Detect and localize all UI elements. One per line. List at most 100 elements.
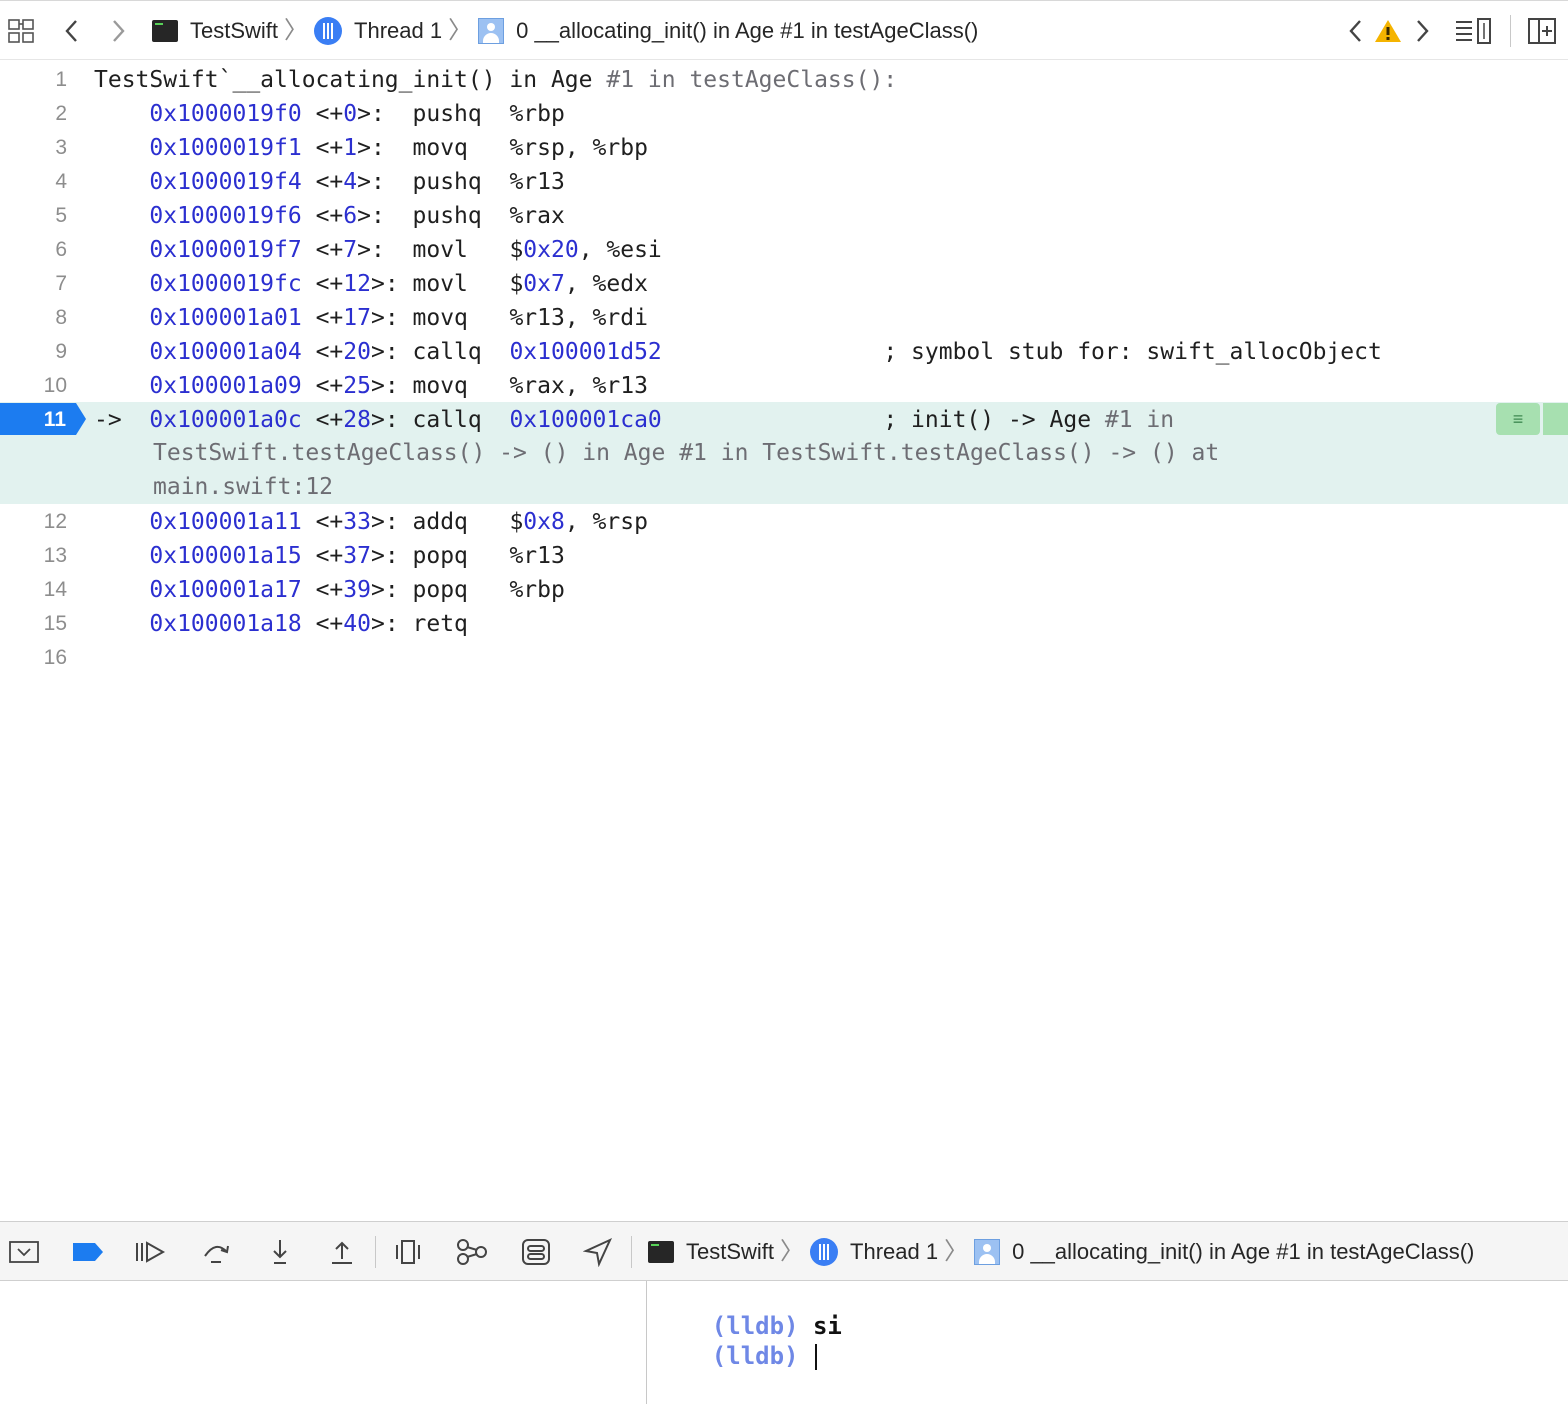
step-into-icon[interactable] <box>260 1234 300 1270</box>
code-token: TestSwift`__allocating_init() in Age <box>94 67 607 93</box>
code-token: >: callq <box>370 407 510 433</box>
continue-icon[interactable] <box>130 1234 170 1270</box>
line-number[interactable]: 13 <box>0 539 67 573</box>
instruction-address: 0x1000019f4 <box>149 169 302 195</box>
breadcrumb-target[interactable]: TestSwift <box>152 18 278 44</box>
code-line[interactable]: 11 -> 0x100001a0c <+28>: callq 0x100001ca… <box>0 403 1568 437</box>
code-line[interactable]: 13 0x100001a15 <+37>: popq %r13 <box>0 539 1568 573</box>
debug-breadcrumb-target[interactable]: TestSwift <box>648 1239 774 1265</box>
environment-overrides-icon[interactable] <box>516 1234 556 1270</box>
code-line[interactable]: 2 0x1000019f0 <+0>: pushq %rbp <box>0 97 1568 131</box>
chevron-right-icon: 〉 <box>944 1238 969 1265</box>
code-text: 0x1000019f1 <+1>: movq %rsp, %rbp <box>94 131 648 165</box>
code-line[interactable]: 14 0x100001a17 <+39>: popq %rbp <box>0 573 1568 607</box>
code-token: 1 <box>343 135 358 161</box>
instruction-address: 0x1000019f6 <box>149 203 302 229</box>
instruction-address: 0x1000019f0 <box>149 101 302 127</box>
code-token: ; init() -> Age <box>661 407 1105 433</box>
line-number[interactable]: 8 <box>0 301 67 335</box>
breakpoints-toggle-icon[interactable] <box>68 1234 108 1270</box>
code-token: <+ <box>301 101 344 127</box>
text-cursor <box>814 1344 817 1370</box>
line-number[interactable]: 1 <box>0 63 67 97</box>
code-token: 0x100001d52 <box>509 339 662 365</box>
go-back-icon[interactable] <box>58 11 86 51</box>
code-token: #1 in <box>1104 407 1175 433</box>
editor-options-icon[interactable] <box>1452 11 1496 51</box>
line-number[interactable]: 2 <box>0 97 67 131</box>
code-line[interactable]: 7 0x1000019fc <+12>: movl $0x7, %edx <box>0 267 1568 301</box>
lldb-command: si <box>812 1312 842 1340</box>
disassembly-editor[interactable]: ≡ 1 TestSwift`__allocating_init() in Age … <box>0 62 1568 1220</box>
breadcrumb-thread-label: Thread 1 <box>354 18 443 43</box>
related-items-icon[interactable] <box>4 11 38 51</box>
code-line[interactable]: 15 0x100001a18 <+40>: retq <box>0 607 1568 641</box>
code-line[interactable]: 16 <box>0 641 1568 675</box>
thread-icon <box>810 1238 839 1266</box>
debug-breadcrumb-thread[interactable]: Thread 1 <box>810 1238 938 1266</box>
code-token: 7 <box>343 237 358 263</box>
line-number[interactable]: 14 <box>0 573 67 607</box>
console-input-line[interactable]: (lldb) <box>654 1311 817 1401</box>
next-issue-icon[interactable] <box>1408 11 1436 51</box>
code-line[interactable]: 12 0x100001a11 <+33>: addq $0x8, %rsp <box>0 505 1568 539</box>
line-number[interactable]: 9 <box>0 335 67 369</box>
breadcrumb-thread[interactable]: Thread 1 <box>314 17 442 45</box>
line-number[interactable]: 6 <box>0 233 67 267</box>
line-number[interactable]: 5 <box>0 199 67 233</box>
chevron-right-icon: 〉 <box>284 17 309 44</box>
code-token: 37 <box>343 543 371 569</box>
code-line[interactable]: 9 0x100001a04 <+20>: callq 0x100001d52 ;… <box>0 335 1568 369</box>
code-token: >: popq %rbp <box>370 577 565 603</box>
line-number[interactable]: 15 <box>0 607 67 641</box>
step-out-icon[interactable] <box>322 1234 362 1270</box>
breadcrumb-frame-label: 0 __allocating_init() in Age #1 in testA… <box>516 18 979 43</box>
code-line[interactable]: 6 0x1000019f7 <+7>: movl $0x20, %esi <box>0 233 1568 267</box>
code-token: >: addq $ <box>370 509 524 535</box>
code-token: 28 <box>343 407 371 433</box>
code-line[interactable]: 4 0x1000019f4 <+4>: pushq %r13 <box>0 165 1568 199</box>
code-token: , %esi <box>578 237 662 263</box>
code-line[interactable]: 5 0x1000019f6 <+6>: pushq %rax <box>0 199 1568 233</box>
line-number[interactable]: 16 <box>0 641 67 675</box>
breadcrumb-frame[interactable]: 0 __allocating_init() in Age #1 in testA… <box>478 18 978 44</box>
debug-memory-graph-icon[interactable] <box>452 1234 492 1270</box>
go-forward-icon[interactable] <box>104 11 132 51</box>
comment-continuation-line: main.swift:12 <box>153 474 334 500</box>
simulate-location-icon[interactable] <box>578 1234 618 1270</box>
line-number[interactable]: 4 <box>0 165 67 199</box>
previous-issue-icon[interactable] <box>1342 11 1370 51</box>
debug-view-hierarchy-icon[interactable] <box>388 1234 428 1270</box>
instruction-address: 0x100001a15 <box>149 543 302 569</box>
line-number[interactable]: 11 <box>0 403 66 437</box>
instruction-address: 0x1000019fc <box>149 271 302 297</box>
debug-breadcrumb-frame[interactable]: 0 __allocating_init() in Age #1 in testA… <box>974 1239 1474 1265</box>
breadcrumb-target-label: TestSwift <box>190 18 279 43</box>
code-line[interactable]: 1 TestSwift`__allocating_init() in Age #1… <box>0 63 1568 97</box>
line-number[interactable]: 10 <box>0 369 67 403</box>
line-number[interactable]: 7 <box>0 267 67 301</box>
toolbar-divider <box>1510 15 1511 47</box>
warning-icon[interactable] <box>1372 11 1404 51</box>
code-text: 0x100001a04 <+20>: callq 0x100001d52 ; s… <box>94 335 1381 369</box>
step-over-icon[interactable] <box>196 1234 236 1270</box>
code-token: <+ <box>301 577 344 603</box>
line-number[interactable]: 12 <box>0 505 67 539</box>
code-token: 40 <box>343 611 371 637</box>
hide-debug-area-icon[interactable] <box>4 1234 44 1270</box>
add-editor-icon[interactable] <box>1524 11 1560 51</box>
code-token: <+ <box>301 611 344 637</box>
console-split-divider[interactable] <box>646 1281 647 1404</box>
code-line[interactable]: 3 0x1000019f1 <+1>: movq %rsp, %rbp <box>0 131 1568 165</box>
code-line[interactable]: 8 0x100001a01 <+17>: movq %r13, %rdi <box>0 301 1568 335</box>
thread-icon <box>314 17 343 45</box>
breadcrumb: TestSwift 〉 Thread 1 〉 0 __allocating_in… <box>152 11 978 51</box>
code-line[interactable]: 10 0x100001a09 <+25>: movq %rax, %r13 <box>0 369 1568 403</box>
line-number[interactable]: 3 <box>0 131 67 165</box>
code-token: >: retq <box>370 611 468 637</box>
console-area: (lldb) si (lldb) <box>0 1281 1568 1404</box>
variables-view[interactable] <box>0 1281 646 1404</box>
